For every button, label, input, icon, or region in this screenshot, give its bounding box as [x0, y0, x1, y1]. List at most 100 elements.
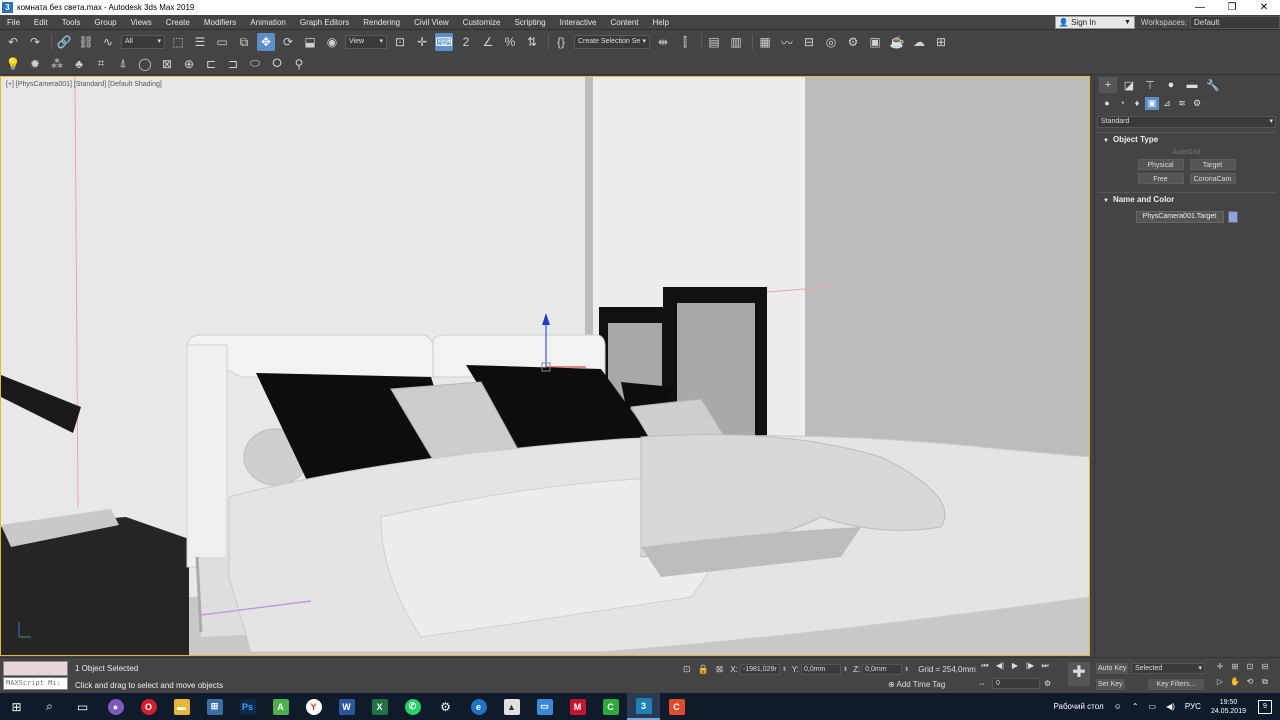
y-coordinate-field[interactable]: 0,0mm [801, 663, 842, 675]
viewport-label[interactable]: [+] [PhysCamera001] [Standard] [Default … [6, 81, 162, 88]
pan-view-icon[interactable]: ✋ [1228, 677, 1242, 690]
name-and-color-header[interactable]: ▼ Name and Color [1097, 193, 1276, 207]
auto-key-button[interactable]: Auto Key [1096, 663, 1129, 674]
physical-camera-button[interactable]: Physical [1137, 159, 1184, 170]
absolute-mode-icon[interactable]: ⊠ [716, 664, 724, 675]
menu-views[interactable]: Views [124, 15, 159, 30]
corona-decal-icon[interactable]: ⍋ [114, 55, 132, 73]
minimize-button[interactable]: — [1184, 0, 1216, 15]
rectangular-selection-icon[interactable]: ▭ [213, 33, 231, 51]
selection-lock-icon[interactable]: 🔒 [698, 664, 709, 675]
add-time-tag-button[interactable]: ⊕ Add Time Tag [888, 680, 945, 689]
menu-tools[interactable]: Tools [55, 15, 88, 30]
render-setup-icon[interactable]: ⚙ [844, 33, 862, 51]
pivot-center-icon[interactable]: ⊡ [391, 33, 409, 51]
rendered-frame-window-icon[interactable]: ▣ [866, 33, 884, 51]
edit-named-selection-icon[interactable]: {} [552, 33, 570, 51]
maxscript-listener-output[interactable] [3, 661, 68, 676]
task-view-icon[interactable]: ▭ [66, 693, 99, 720]
sign-in-dropdown[interactable]: 👤 Sign In ▼ [1054, 16, 1135, 29]
camera-category-select[interactable]: Standard ▾ [1097, 116, 1276, 128]
menu-rendering[interactable]: Rendering [356, 15, 407, 30]
menu-edit[interactable]: Edit [27, 15, 55, 30]
yandex-browser-icon[interactable]: Y [297, 693, 330, 720]
close-button[interactable]: ✕ [1248, 0, 1280, 15]
free-camera-button[interactable]: Free [1137, 173, 1184, 184]
space-warps-icon[interactable]: ≋ [1175, 97, 1189, 110]
maxscript-mini-listener[interactable]: MAXScript Mi: [3, 677, 68, 690]
object-name-field[interactable]: PhysCamera001.Target [1135, 211, 1224, 223]
layer-explorer-icon[interactable]: ▤ [705, 33, 723, 51]
motion-tab-icon[interactable]: ● [1162, 77, 1180, 93]
cameras-icon[interactable]: ▣ [1145, 96, 1159, 110]
zoom-extents-icon[interactable]: ⊡ [1243, 662, 1257, 675]
opera-icon[interactable]: O [132, 693, 165, 720]
desktop-toolbar-label[interactable]: Рабочий стол [1053, 702, 1103, 711]
select-manipulate-icon[interactable]: ✛ [413, 33, 431, 51]
keyboard-shortcut-override-icon[interactable]: ⌨ [435, 33, 453, 51]
angle-snap-icon[interactable]: ∠ [479, 33, 497, 51]
file-explorer-icon[interactable]: ▬ [165, 693, 198, 720]
percent-snap-icon[interactable]: % [501, 33, 519, 51]
workspace-select[interactable]: Default [1190, 16, 1280, 29]
menu-customize[interactable]: Customize [456, 15, 508, 30]
perspective-viewport[interactable]: [+] [PhysCamera001] [Standard] [Default … [0, 76, 1090, 656]
current-frame-field[interactable]: 0 [992, 678, 1040, 689]
zoom-all-icon[interactable]: ⊞ [1228, 662, 1242, 675]
selection-filter-select[interactable]: All ▾ [121, 35, 165, 49]
menu-scripting[interactable]: Scripting [507, 15, 552, 30]
set-keys-icon[interactable]: ✚ [1068, 662, 1090, 686]
notifications-icon[interactable]: 9 [1258, 699, 1272, 714]
select-and-rotate-icon[interactable]: ⟳ [279, 33, 297, 51]
maximize-viewport-icon[interactable]: ⧉ [1258, 677, 1272, 690]
app-green-icon[interactable]: A [264, 693, 297, 720]
scene-explorer-icon[interactable]: ▥ [727, 33, 745, 51]
spinner-icon[interactable]: ⬍ [904, 666, 909, 673]
menu-graph-editors[interactable]: Graph Editors [293, 15, 356, 30]
clock[interactable]: 19:50 24.05.2019 [1211, 698, 1246, 716]
search-icon[interactable]: ⌕ [33, 693, 66, 720]
systems-icon[interactable]: ⚙ [1190, 97, 1204, 110]
modify-tab-icon[interactable]: ◪ [1120, 77, 1138, 93]
photoshop-icon[interactable]: Ps [231, 693, 264, 720]
show-hidden-icons-icon[interactable]: ⌃ [1132, 702, 1139, 711]
next-frame-icon[interactable]: |▶ [1023, 661, 1037, 674]
corona-scatter-icon[interactable]: ♣ [70, 55, 88, 73]
shapes-icon[interactable]: ◔ [1115, 97, 1129, 110]
excel-icon[interactable]: X [363, 693, 396, 720]
menu-interactive[interactable]: Interactive [553, 15, 604, 30]
corona-cam-button[interactable]: CoronaCam [1189, 173, 1236, 184]
key-selection-select[interactable]: Selected ▾ [1131, 663, 1205, 674]
orbit-icon[interactable]: ⟲ [1243, 677, 1257, 690]
schematic-view-icon[interactable]: ⊟ [800, 33, 818, 51]
corona-render-icon[interactable]: ⭘ [268, 55, 286, 73]
edge-icon[interactable]: e [462, 693, 495, 720]
menu-create[interactable]: Create [159, 15, 197, 30]
select-by-name-icon[interactable]: ☰ [191, 33, 209, 51]
cortana-icon[interactable]: ● [99, 693, 132, 720]
toggle-ribbon-icon[interactable]: ▦ [756, 33, 774, 51]
corona-slicer-icon[interactable]: ⊠ [158, 55, 176, 73]
render-production-icon[interactable]: ☕ [888, 33, 906, 51]
z-coordinate-field[interactable]: 0,0mm [862, 663, 903, 675]
key-mode-icon[interactable]: ⇔ [978, 679, 986, 688]
select-and-place-icon[interactable]: ◉ [323, 33, 341, 51]
corona-material-icon[interactable]: ⬭ [246, 55, 264, 73]
previous-frame-icon[interactable]: ◀| [993, 661, 1007, 674]
corona-light-icon[interactable]: 💡 [4, 55, 22, 73]
field-of-view-icon[interactable]: ▷ [1213, 677, 1227, 690]
menu-content[interactable]: Content [604, 15, 646, 30]
volume-icon[interactable]: ◀) [1166, 702, 1175, 711]
unlink-icon[interactable]: ⛓ [77, 33, 95, 51]
remote-desktop-icon[interactable]: ▭ [528, 693, 561, 720]
named-selection-sets-select[interactable]: Create Selection Se ▾ [574, 35, 650, 49]
3dsmax-taskbar-icon[interactable]: 3 [627, 693, 660, 720]
go-to-end-icon[interactable]: ⏭ [1038, 661, 1052, 674]
corona-vfb-icon[interactable]: ⊐ [224, 55, 242, 73]
set-key-button[interactable]: Set Key [1096, 679, 1125, 690]
menu-animation[interactable]: Animation [243, 15, 293, 30]
corona-env-icon[interactable]: ◯ [136, 55, 154, 73]
corona-ies-icon[interactable]: ⚲ [290, 55, 308, 73]
menu-civil-view[interactable]: Civil View [407, 15, 456, 30]
camtasia-icon[interactable]: C [594, 693, 627, 720]
